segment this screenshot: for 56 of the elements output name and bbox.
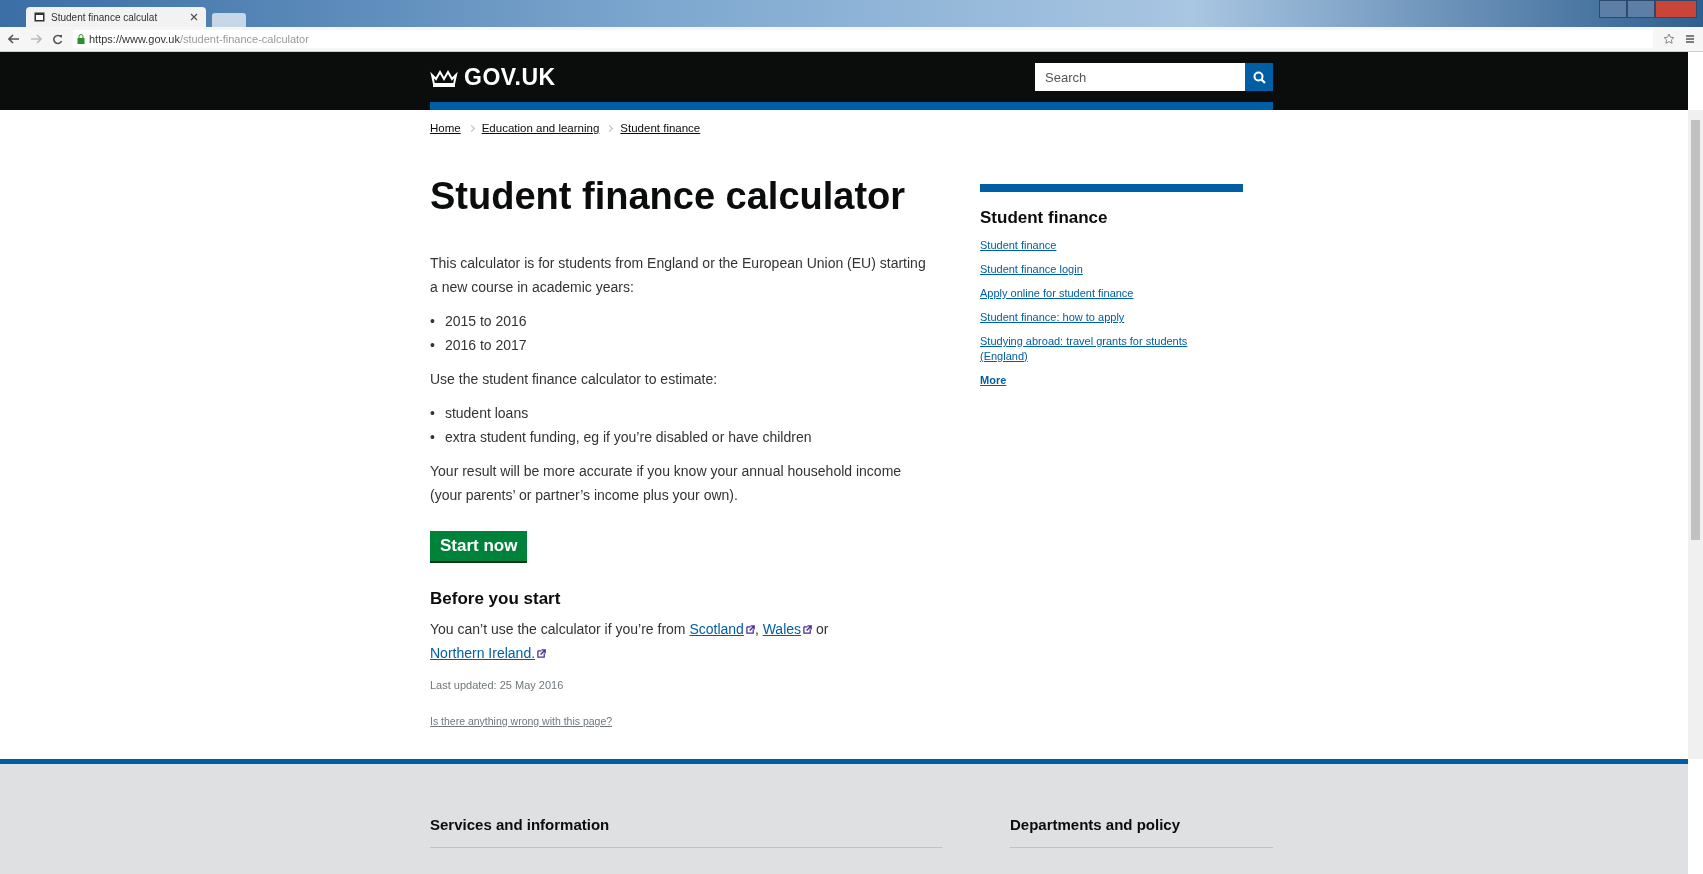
body-paragraph: This calculator is for students from England or the European Union (EU) starting a new course in academic years: [430, 253, 927, 297]
external-link-icon [803, 624, 813, 634]
close-window-button[interactable] [1655, 0, 1697, 18]
lock-icon [77, 34, 85, 44]
scrollbar-thumb[interactable] [1691, 120, 1700, 540]
browser-tab[interactable]: Student finance calculat [26, 7, 206, 27]
tab-title: Student finance calculat [51, 11, 158, 23]
menu-icon[interactable] [1685, 34, 1695, 44]
more-link[interactable]: More [980, 373, 1230, 388]
bullet-item: student loans [444, 403, 529, 423]
external-link-icon [537, 648, 547, 658]
page-icon [34, 12, 45, 22]
sidebar-link[interactable]: Studying abroad: travel grants for students (England) [980, 334, 1230, 364]
bullet-item: extra student funding, eg if you’re disabled or have children [444, 427, 812, 447]
notice-paragraph: You can’t use the calculator if you’re from Scotland , Wales or Northern Ireland. [430, 619, 830, 663]
search-field[interactable]: Search [1035, 63, 1245, 91]
body-paragraph: Your result will be more accurate if you know your annual household income (your parents’ or partner’s income plus your own). [430, 461, 903, 505]
sidebar-link[interactable]: Student finance login [980, 262, 1230, 277]
bullet-marker: • [430, 403, 435, 423]
sidebar-title: Student finance [980, 208, 1109, 228]
bullet-marker: • [430, 427, 435, 447]
sidebar-link[interactable]: Student finance: how to apply [980, 310, 1230, 325]
sidebar-link[interactable]: Student finance [980, 238, 1230, 253]
address-bar[interactable]: https://www.gov.uk/student-finance-calculator [73, 30, 1653, 48]
report-problem-link[interactable]: Is there anything wrong with this page? [430, 714, 613, 727]
footer-heading: Services and information [430, 816, 942, 848]
back-icon[interactable] [8, 34, 20, 44]
reload-icon[interactable] [52, 33, 63, 45]
search-button[interactable] [1245, 63, 1273, 91]
external-link-icon [745, 624, 755, 634]
govuk-logo[interactable]: GOV.UK [430, 63, 556, 91]
star-icon[interactable] [1663, 33, 1675, 45]
minimize-button[interactable] [1599, 0, 1627, 18]
forward-icon[interactable] [30, 34, 42, 44]
scrollbar[interactable] [1688, 110, 1703, 759]
page-title: Student finance calculator [430, 176, 907, 218]
start-now-button[interactable]: Start now [430, 530, 528, 561]
external-link[interactable]: Northern Ireland. [430, 644, 547, 661]
maximize-button[interactable] [1627, 0, 1655, 18]
external-link[interactable]: Scotland [689, 620, 755, 637]
url-text: https://www.gov.uk/student-finance-calculator [89, 33, 309, 45]
footer-heading: Departments and policy [1010, 816, 1273, 848]
bullet-marker: • [430, 311, 435, 331]
section-heading: Before you start [430, 588, 562, 609]
body-paragraph: Use the student finance calculator to estimate: [430, 369, 719, 389]
external-link[interactable]: Wales [762, 620, 813, 637]
last-updated-text: Last updated: 25 May 2016 [430, 678, 565, 691]
breadcrumb-link[interactable]: Home [430, 122, 461, 134]
bullet-item: 2015 to 2016 [444, 311, 527, 331]
close-icon[interactable] [190, 13, 198, 21]
breadcrumb-link[interactable]: Student finance [620, 122, 701, 134]
search-icon [1252, 70, 1266, 84]
bullet-item: 2016 to 2017 [444, 335, 527, 355]
bullet-marker: • [430, 335, 435, 355]
breadcrumb-link[interactable]: Education and learning [481, 122, 600, 134]
sidebar-link[interactable]: Apply online for student finance [980, 286, 1230, 301]
